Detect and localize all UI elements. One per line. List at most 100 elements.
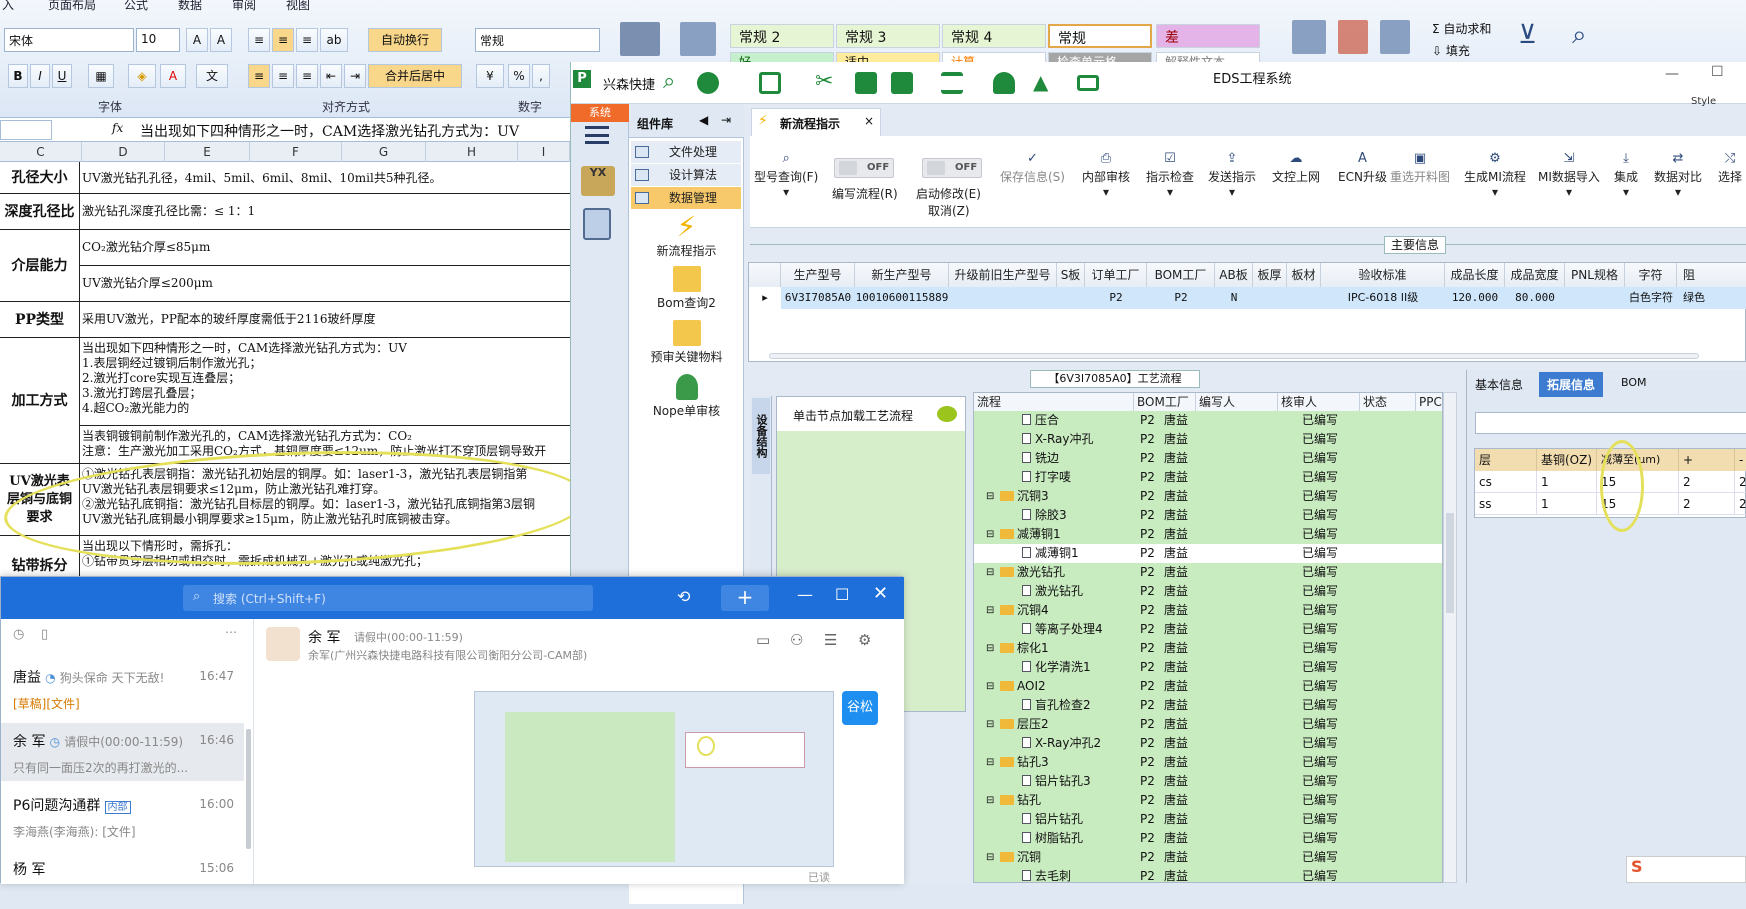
style-normal-3[interactable]: 常规 3: [836, 24, 940, 48]
row-text-cell[interactable]: UV激光钻介厚≤200μm: [80, 266, 570, 302]
integrate-button[interactable]: ⤓ 集成 ▾: [1614, 152, 1638, 200]
formula-content[interactable]: 当出现如下四种情形之一时，CAM选择激光钻孔方式为：UV: [140, 121, 519, 141]
ecn-button[interactable]: A ECN升级: [1338, 152, 1387, 185]
maximize-icon[interactable]: ☐: [1711, 64, 1724, 80]
list-icon[interactable]: [941, 72, 963, 94]
autosum-button[interactable]: Σ 自动求和: [1432, 20, 1491, 37]
collapse-toggle-icon[interactable]: ⊟: [986, 487, 994, 506]
name-box[interactable]: [0, 120, 52, 140]
tree-row[interactable]: 棕化1 ⊟ P2 唐益 已编写: [974, 639, 1442, 658]
grid-icon[interactable]: [759, 72, 781, 94]
grid-header[interactable]: 订单工厂: [1085, 263, 1147, 287]
side-tab-equipment[interactable]: 设备结构: [752, 398, 770, 474]
hamburger-menu-icon[interactable]: [585, 126, 609, 144]
wrap-text-button[interactable]: 自动换行: [368, 28, 442, 52]
conversation-item[interactable]: 唐益 ◔ 狗头保命 天下无敌! 16:47 [草稿][文件]: [1, 659, 244, 717]
collapse-toggle-icon[interactable]: ⊟: [986, 677, 994, 696]
layer-cell[interactable]: 2: [1735, 493, 1746, 515]
instr-check-button[interactable]: ☑ 指示检查 ▾: [1146, 152, 1194, 200]
tree-row[interactable]: 沉铜3 ⊟ P2 唐益 已编写: [974, 487, 1442, 506]
grid-header[interactable]: 成品长度: [1445, 263, 1505, 287]
phonetic-button[interactable]: 文: [196, 64, 228, 88]
chart-icon[interactable]: ▲: [1033, 72, 1055, 94]
tree-row[interactable]: 钻孔 ⊟ P2 唐益 已编写: [974, 791, 1442, 810]
align-right-button[interactable]: ≡: [296, 64, 318, 88]
tree-row[interactable]: 减薄铜1 ⊟ P2 唐益 已编写: [974, 525, 1442, 544]
mi-import-button[interactable]: ⇲ MI数据导入 ▾: [1538, 152, 1600, 200]
align-left-button[interactable]: ≡: [248, 64, 270, 88]
tree-row[interactable]: 树脂钻孔 P2 唐益 已编写: [974, 829, 1442, 848]
col-header[interactable]: H: [426, 142, 518, 162]
tree-row[interactable]: 沉铜4 ⊟ P2 唐益 已编写: [974, 601, 1442, 620]
grid-cell[interactable]: 80.000: [1505, 287, 1565, 309]
fill-color-button[interactable]: ◈: [128, 64, 156, 88]
edit-flow-toggle[interactable]: OFF: [834, 158, 894, 178]
comma-button[interactable]: ,: [532, 64, 550, 88]
grid-cell[interactable]: P2: [1147, 287, 1215, 309]
italic-button[interactable]: I: [30, 64, 50, 88]
ime-toolbar[interactable]: S: [1626, 856, 1746, 883]
tree-row[interactable]: 盲孔检查2 P2 唐益 已编写: [974, 696, 1442, 715]
tree-row[interactable]: 铝片钻孔 P2 唐益 已编写: [974, 810, 1442, 829]
col-header[interactable]: D: [82, 142, 165, 162]
ribbon-tab[interactable]: 页面布局: [48, 0, 96, 13]
tree-row[interactable]: 铣边 P2 唐益 已编写: [974, 449, 1442, 468]
conditional-format-icon[interactable]: [620, 22, 660, 56]
tree-row[interactable]: 钻孔3 ⊟ P2 唐益 已编写: [974, 753, 1442, 772]
search-icon[interactable]: ⌕: [663, 71, 685, 94]
notes-icon[interactable]: ▯: [41, 627, 48, 642]
calculator-icon[interactable]: [583, 208, 611, 240]
grid-cell[interactable]: 绿色: [1677, 287, 1746, 309]
orientation-button[interactable]: ab: [320, 28, 348, 52]
row-header-cell[interactable]: 介层能力: [0, 230, 80, 302]
col-header[interactable]: F: [250, 142, 342, 162]
ribbon-tab[interactable]: 审阅: [232, 0, 256, 13]
grid-header[interactable]: AB板: [1215, 263, 1253, 287]
yx-module-icon[interactable]: YX: [581, 166, 615, 196]
grid-header[interactable]: BOM工厂: [1147, 263, 1215, 287]
collapse-toggle-icon[interactable]: ⊟: [986, 848, 994, 867]
tree-row[interactable]: 层压2 ⊟ P2 唐益 已编写: [974, 715, 1442, 734]
tree-row[interactable]: 打字唛 P2 唐益 已编写: [974, 468, 1442, 487]
tree-row[interactable]: X-Ray冲孔2 P2 唐益 已编写: [974, 734, 1442, 753]
doc-tab-new-flow[interactable]: ⚡ 新流程指示 ×: [751, 108, 881, 136]
big-item-new-flow[interactable]: ⚡ 新流程指示: [629, 213, 744, 259]
add-user-icon[interactable]: ⚇: [790, 631, 803, 649]
globe-icon[interactable]: [697, 72, 719, 94]
grid-header[interactable]: 板材: [1287, 263, 1321, 287]
close-icon[interactable]: ×: [864, 114, 874, 128]
indent-increase-button[interactable]: ⇥: [344, 64, 366, 88]
process-hint-bar[interactable]: 单击节点加载工艺流程: [777, 397, 965, 431]
tree-header[interactable]: 编写人: [1196, 393, 1278, 411]
doc-upload-button[interactable]: ☁ 文控上网: [1272, 152, 1320, 185]
font-size-select[interactable]: 10: [136, 28, 180, 52]
select-button[interactable]: ⤭ 选择: [1718, 152, 1742, 185]
list-scrollbar[interactable]: [246, 729, 251, 849]
grid-cell[interactable]: 120.000: [1445, 287, 1505, 309]
col-header[interactable]: C: [0, 142, 82, 162]
layer-cell[interactable]: 2: [1679, 493, 1735, 515]
folder-icon[interactable]: ▭: [756, 631, 770, 649]
grid-header[interactable]: 成品宽度: [1505, 263, 1565, 287]
grid-cell[interactable]: 10010600115889: [855, 287, 949, 309]
reselect-button[interactable]: ▣ 重选开料图: [1390, 152, 1450, 185]
align-bottom-button[interactable]: ≡: [296, 28, 318, 52]
copy-icon[interactable]: [891, 72, 913, 94]
grid-header[interactable]: 生产型号: [781, 263, 855, 287]
tree-row[interactable]: 减薄铜1 P2 唐益 已编写: [974, 544, 1442, 563]
bold-button[interactable]: B: [8, 64, 28, 88]
layer-cell[interactable]: 1: [1537, 493, 1597, 515]
start-edit-toggle[interactable]: OFF: [922, 158, 982, 178]
screenshot-thumbnail[interactable]: [474, 691, 834, 867]
ribbon-tab[interactable]: 数据: [178, 0, 202, 13]
conversation-item[interactable]: 杨 军 15:06: [1, 851, 244, 909]
tree-row[interactable]: 化学清洗1 P2 唐益 已编写: [974, 658, 1442, 677]
shrink-font-button[interactable]: A: [210, 28, 232, 52]
row-header-cell[interactable]: 孔径大小: [0, 162, 80, 194]
col-header[interactable]: G: [342, 142, 426, 162]
merge-center-button[interactable]: 合并后居中: [368, 64, 462, 88]
gen-mi-button[interactable]: ⚙ 生成MI流程 ▾: [1464, 152, 1526, 200]
fill-button[interactable]: ⇩ 填充: [1432, 42, 1470, 59]
component-item-data[interactable]: 数据管理: [631, 187, 741, 209]
collapse-toggle-icon[interactable]: ⊟: [986, 639, 994, 658]
